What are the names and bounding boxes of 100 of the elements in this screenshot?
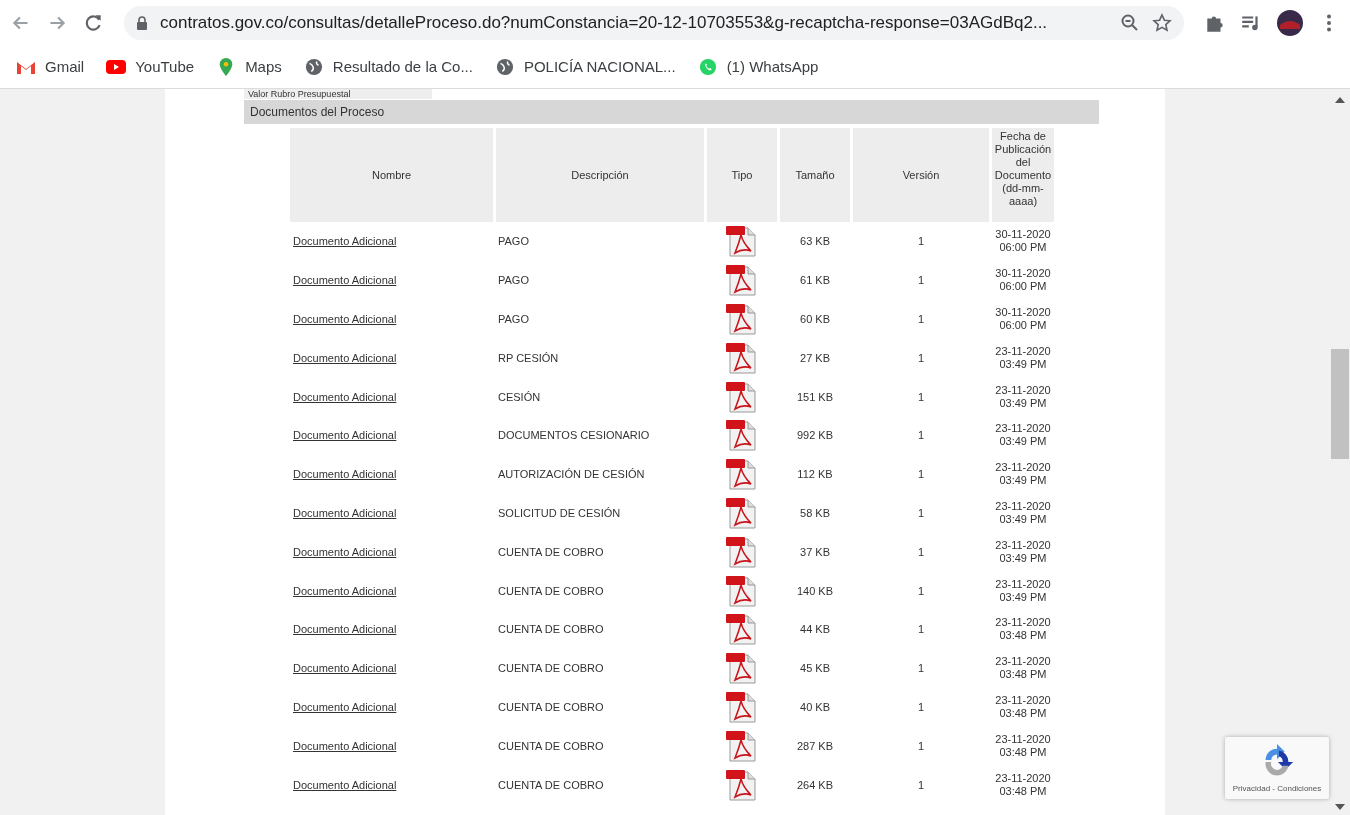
pdf-file-icon[interactable] — [725, 729, 759, 762]
table-cell: 1 — [917, 274, 925, 287]
table-cell: 61 KB — [800, 274, 830, 287]
time-text: 03:49 PM — [999, 435, 1047, 449]
star-icon[interactable] — [1152, 12, 1172, 33]
date-text: 30-11-2020 — [995, 267, 1051, 281]
date-text: 23-11-2020 — [995, 616, 1051, 630]
date-text: 23-11-2020 — [995, 655, 1051, 669]
time-text: 03:49 PM — [999, 590, 1047, 604]
column-header: Tamaño — [780, 128, 850, 222]
table-cell: 1 — [917, 545, 925, 558]
bookmark[interactable]: Resultado de la Co... — [303, 57, 473, 76]
table-cell: 1 — [917, 351, 925, 364]
table-cell: 1 — [917, 584, 925, 597]
table-cell: CUENTA DE COBRO — [498, 662, 604, 675]
document-link[interactable]: Documento Adicional — [293, 313, 397, 325]
pdf-file-icon[interactable] — [725, 690, 759, 723]
time-text: 06:00 PM — [999, 241, 1047, 255]
pdf-file-icon[interactable] — [725, 380, 759, 413]
table-cell: 287 KB — [796, 739, 834, 752]
pdf-file-icon[interactable] — [725, 419, 759, 452]
pdf-file-icon[interactable] — [725, 264, 759, 297]
table-cell: 44 KB — [800, 623, 830, 636]
date-text: 23-11-2020 — [995, 538, 1051, 552]
time-text: 03:48 PM — [999, 784, 1047, 798]
table-cell: CESIÓN — [498, 390, 541, 403]
play-icon — [106, 57, 127, 76]
table-cell: CUENTA DE COBRO — [498, 739, 604, 752]
time-text: 03:49 PM — [999, 474, 1047, 488]
table-cell: 1 — [917, 429, 925, 442]
table-cell: 1 — [917, 506, 925, 519]
table-cell: CUENTA DE COBRO — [498, 700, 604, 713]
pdf-file-icon[interactable] — [725, 303, 759, 335]
pdf-file-icon[interactable] — [725, 613, 759, 646]
pdf-file-icon[interactable] — [725, 574, 759, 607]
time-text: 03:49 PM — [999, 357, 1047, 371]
bookmark[interactable]: YouTube — [106, 57, 195, 76]
time-text: 03:48 PM — [999, 629, 1047, 643]
document-link[interactable]: Documento Adicional — [293, 700, 397, 713]
table-cell: 140 KB — [796, 584, 834, 597]
document-link[interactable]: Documento Adicional — [293, 623, 397, 636]
bookmark[interactable]: Maps — [216, 57, 282, 76]
document-link[interactable]: Documento Adicional — [293, 739, 397, 752]
table-cell: 992 KB — [796, 429, 834, 442]
address-bar[interactable]: contratos.gov.co/consultas/detalleProceso.do?numConstancia=20-12-10703553&g-recaptcha-response=03AGdBq2... — [124, 5, 1184, 40]
document-link[interactable]: Documento Adicional — [293, 662, 397, 675]
table-cell: 151 KB — [796, 390, 834, 403]
time-text: 03:49 PM — [999, 551, 1047, 565]
table-cell: 27 KB — [800, 351, 830, 364]
document-link[interactable]: Documento Adicional — [293, 351, 397, 364]
table-cell: CUENTA DE COBRO — [498, 623, 604, 636]
table-cell: PAGO — [498, 235, 529, 248]
table-cell: 112 KB — [797, 468, 833, 481]
pdf-file-icon[interactable] — [725, 652, 759, 685]
pdf-file-icon[interactable] — [725, 768, 759, 801]
table-cell: 1 — [917, 739, 925, 752]
document-link[interactable]: Documento Adicional — [293, 390, 397, 403]
table-cell: 1 — [917, 662, 925, 675]
document-link[interactable]: Documento Adicional — [293, 274, 397, 287]
table-cell: 1 — [917, 700, 925, 713]
time-text: 06:00 PM — [999, 280, 1047, 294]
bookmark[interactable]: POLICÍA NACIONAL... — [494, 57, 676, 76]
date-text: 30-11-2020 — [995, 228, 1051, 242]
date-text: 23-11-2020 — [995, 344, 1051, 358]
scroll-down-icon[interactable] — [1335, 804, 1345, 810]
recaptcha-links[interactable]: Privacidad - Condiciones — [1232, 784, 1322, 793]
table-cell: CUENTA DE COBRO — [498, 584, 604, 597]
recaptcha-badge[interactable]: Privacidad - Condiciones — [1225, 737, 1329, 799]
time-text: 03:48 PM — [999, 668, 1047, 682]
bookmark[interactable]: Gmail — [16, 57, 85, 76]
scroll-up-icon[interactable] — [1335, 97, 1345, 103]
document-link[interactable]: Documento Adicional — [293, 506, 397, 519]
table-cell: 264 KB — [796, 778, 834, 791]
document-link[interactable]: Documento Adicional — [293, 429, 397, 442]
time-text: 03:48 PM — [999, 706, 1047, 720]
document-link[interactable]: Documento Adicional — [293, 235, 397, 248]
table-cell: DOCUMENTOS CESIONARIO — [498, 429, 650, 442]
time-text: 06:00 PM — [999, 319, 1047, 332]
table-cell: 37 KB — [800, 545, 830, 558]
date-text: 23-11-2020 — [995, 771, 1051, 785]
time-text: 03:49 PM — [999, 396, 1047, 410]
zoom-icon[interactable] — [1120, 12, 1140, 33]
pdf-file-icon[interactable] — [725, 535, 759, 568]
bookmark[interactable]: (1) WhatsApp — [697, 57, 819, 76]
profile-avatar[interactable] — [1276, 8, 1304, 37]
pdf-file-icon[interactable] — [725, 458, 759, 491]
pdf-file-icon[interactable] — [725, 341, 759, 374]
field-label: Valor Rubro Presupuestal — [244, 89, 432, 99]
table-cell: 58 KB — [800, 506, 830, 519]
scroll-thumb[interactable] — [1331, 349, 1349, 459]
document-link[interactable]: Documento Adicional — [293, 468, 397, 481]
table-cell: CUENTA DE COBRO — [498, 545, 604, 558]
table-cell: RP CESIÓN — [498, 351, 559, 364]
table-cell: 1 — [917, 313, 925, 325]
column-header: Versión — [853, 128, 989, 222]
document-link[interactable]: Documento Adicional — [293, 778, 397, 791]
document-link[interactable]: Documento Adicional — [293, 584, 397, 597]
document-link[interactable]: Documento Adicional — [293, 545, 397, 558]
pdf-file-icon[interactable] — [725, 225, 759, 258]
pdf-file-icon[interactable] — [725, 496, 759, 529]
